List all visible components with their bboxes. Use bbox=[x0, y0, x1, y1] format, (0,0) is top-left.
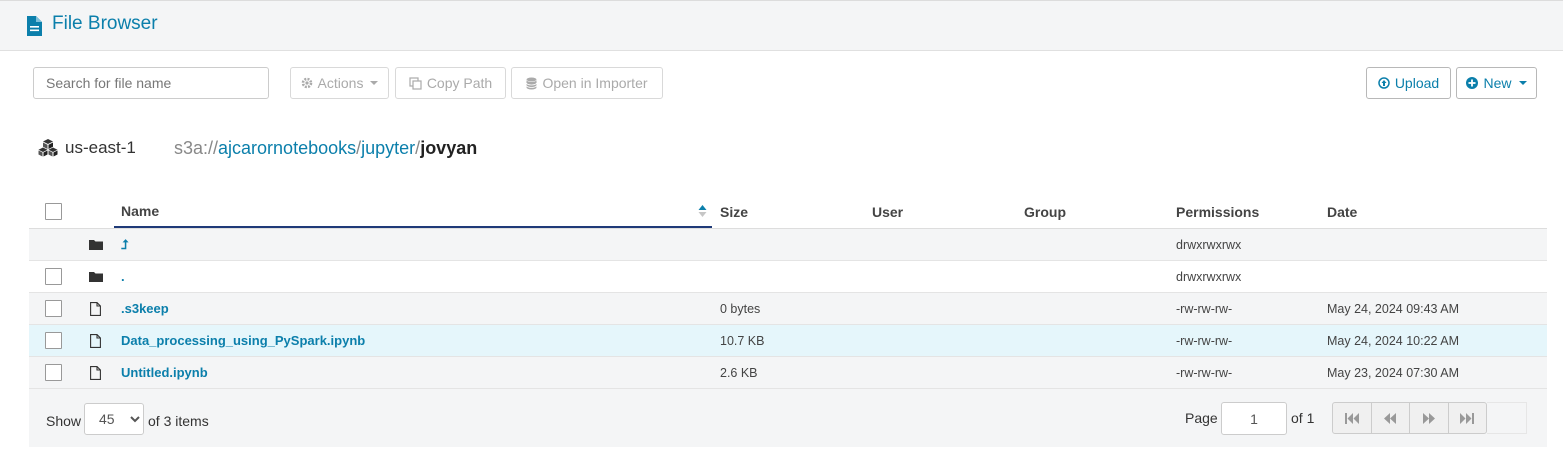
page-count: of 1 bbox=[1291, 410, 1315, 426]
upload-circle-icon bbox=[1378, 77, 1390, 89]
gear-icon bbox=[301, 77, 312, 89]
row-checkbox-cell bbox=[45, 325, 62, 356]
file-permissions: -rw-rw-rw- bbox=[1176, 365, 1233, 380]
sort-ascending-icon bbox=[698, 205, 707, 217]
file-date: May 24, 2024 09:43 AM bbox=[1327, 301, 1460, 316]
row-checkbox[interactable] bbox=[45, 332, 62, 349]
user-column-header[interactable]: User bbox=[872, 195, 903, 228]
first-page-button[interactable] bbox=[1333, 403, 1372, 433]
file-name-link[interactable]: . bbox=[121, 261, 125, 292]
file-permissions: -rw-rw-rw- bbox=[1176, 333, 1233, 348]
group-header-label: Group bbox=[1024, 203, 1066, 220]
file-size: 10.7 KB bbox=[720, 333, 765, 348]
table-row[interactable]: Untitled.ipynb 2.6 KB -rw-rw-rw- May 23,… bbox=[29, 357, 1547, 389]
first-page-icon bbox=[1344, 412, 1359, 424]
row-checkbox[interactable] bbox=[45, 300, 62, 317]
row-checkbox-cell bbox=[45, 357, 62, 388]
breadcrumb-segment[interactable]: ajcarornotebooks bbox=[218, 138, 356, 158]
new-label: New bbox=[1483, 75, 1512, 91]
actions-label: Actions bbox=[317, 75, 364, 91]
search-input[interactable] bbox=[33, 67, 269, 99]
pager-buttons bbox=[1332, 402, 1487, 434]
page-label: Page bbox=[1185, 410, 1218, 426]
open-in-importer-label: Open in Importer bbox=[542, 75, 648, 91]
app-header: File Browser bbox=[0, 0, 1563, 51]
table-row[interactable]: ⮥ drwxrwxrwx bbox=[29, 229, 1547, 261]
copy-path-label: Copy Path bbox=[426, 75, 493, 91]
new-button[interactable]: New bbox=[1456, 67, 1537, 99]
permissions-header-label: Permissions bbox=[1176, 203, 1260, 220]
file-icon bbox=[90, 325, 101, 356]
user-header-label: User bbox=[872, 203, 904, 220]
next-page-button[interactable] bbox=[1410, 403, 1449, 433]
show-label: Show bbox=[46, 413, 82, 429]
table-row[interactable]: Data_processing_using_PySpark.ipynb 10.7… bbox=[29, 325, 1547, 357]
table-row[interactable]: .s3keep 0 bytes -rw-rw-rw- May 24, 2024 … bbox=[29, 293, 1547, 325]
upload-button[interactable]: Upload bbox=[1366, 67, 1451, 99]
file-date: May 24, 2024 10:22 AM bbox=[1327, 333, 1460, 348]
select-all-checkbox-cell bbox=[45, 195, 62, 228]
file-permissions: drwxrwxrwx bbox=[1176, 237, 1242, 252]
file-permissions: -rw-rw-rw- bbox=[1176, 301, 1233, 316]
breadcrumb-segment[interactable]: jupyter bbox=[361, 138, 415, 158]
file-name-link[interactable]: .s3keep bbox=[121, 293, 169, 324]
date-header-label: Date bbox=[1327, 203, 1358, 220]
group-column-header[interactable]: Group bbox=[1024, 195, 1066, 228]
file-icon bbox=[90, 293, 101, 324]
file-name-link[interactable]: Data_processing_using_PySpark.ipynb bbox=[121, 325, 365, 356]
forward-icon bbox=[1422, 412, 1435, 424]
page-title: File Browser bbox=[52, 13, 158, 34]
row-checkbox[interactable] bbox=[45, 268, 62, 285]
name-column-header[interactable]: Name bbox=[114, 195, 712, 228]
file-size: 2.6 KB bbox=[720, 365, 758, 380]
breadcrumb-scheme: s3a:// bbox=[174, 138, 219, 158]
folder-icon bbox=[89, 229, 103, 260]
table-row[interactable]: . drwxrwxrwx bbox=[29, 261, 1547, 293]
chevron-down-icon bbox=[370, 81, 379, 85]
item-count: of 3 items bbox=[148, 413, 209, 429]
last-page-button[interactable] bbox=[1449, 403, 1487, 433]
permissions-column-header[interactable]: Permissions bbox=[1176, 195, 1259, 228]
file-name-link[interactable]: Untitled.ipynb bbox=[121, 357, 208, 388]
region-label: us-east-1 bbox=[65, 138, 136, 157]
copy-path-button[interactable]: Copy Path bbox=[395, 67, 506, 99]
pagination-bar: Show 45 of 3 items Page of 1 bbox=[29, 389, 1547, 447]
upload-label: Upload bbox=[1394, 75, 1440, 91]
chevron-down-icon bbox=[1518, 81, 1527, 85]
file-name-link[interactable]: ⮥ bbox=[121, 229, 129, 260]
file-icon bbox=[90, 357, 101, 388]
plus-circle-icon bbox=[1466, 77, 1479, 89]
page-number-input[interactable] bbox=[1221, 402, 1287, 435]
file-permissions: drwxrwxrwx bbox=[1176, 269, 1242, 284]
page-size-select[interactable]: 45 bbox=[84, 403, 144, 435]
folder-icon bbox=[89, 261, 103, 292]
row-checkbox[interactable] bbox=[45, 364, 62, 381]
last-page-icon bbox=[1460, 412, 1475, 424]
file-date: May 23, 2024 07:30 AM bbox=[1327, 365, 1460, 380]
file-size: 0 bytes bbox=[720, 301, 761, 316]
open-in-importer-button[interactable]: Open in Importer bbox=[511, 67, 663, 99]
name-header-label: Name bbox=[121, 202, 160, 219]
breadcrumb: s3a://ajcarornotebooks/jupyter/jovyan bbox=[174, 138, 477, 159]
table-header-row: Name Size User Group Permissions Date bbox=[29, 195, 1547, 229]
file-table: Name Size User Group Permissions Date ⮥ … bbox=[29, 195, 1547, 389]
row-checkbox-cell bbox=[45, 293, 62, 324]
date-column-header[interactable]: Date bbox=[1327, 195, 1357, 228]
backward-icon bbox=[1384, 412, 1397, 424]
actions-button[interactable]: Actions bbox=[290, 67, 389, 99]
database-icon bbox=[526, 77, 538, 89]
cubes-icon bbox=[38, 139, 58, 157]
copy-icon bbox=[409, 76, 422, 90]
size-column-header[interactable]: Size bbox=[720, 195, 748, 228]
select-all-checkbox[interactable] bbox=[45, 203, 62, 220]
previous-page-button[interactable] bbox=[1372, 403, 1410, 433]
file-document-icon bbox=[27, 16, 42, 36]
breadcrumb-current: jovyan bbox=[420, 138, 478, 158]
pager-spacer bbox=[1487, 402, 1527, 434]
size-header-label: Size bbox=[720, 203, 749, 220]
row-checkbox-cell bbox=[45, 261, 62, 292]
